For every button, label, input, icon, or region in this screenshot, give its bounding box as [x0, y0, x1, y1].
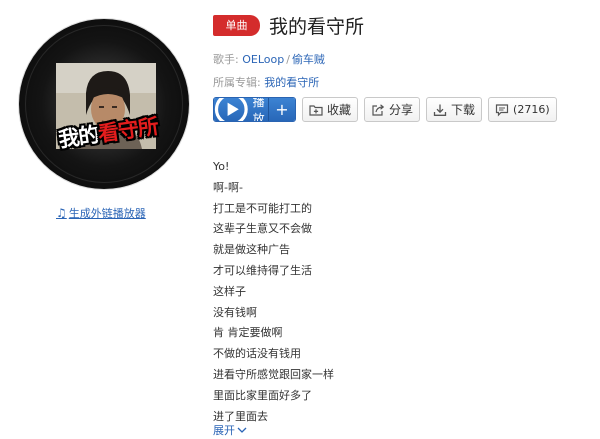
comment-icon: [495, 103, 509, 116]
download-icon: [433, 104, 447, 116]
action-toolbar: 播放 + 收藏 分享 下载 (2716): [213, 97, 557, 122]
folder-plus-icon: [309, 104, 323, 116]
lyric-line: 进了里面去: [213, 409, 268, 423]
play-icon: [214, 98, 248, 121]
lyric-line: 啊-啊-: [213, 180, 243, 194]
album-row: 所属专辑: 我的看守所: [213, 74, 319, 90]
artist-row: 歌手: OELoop / 偷车贼: [213, 51, 325, 67]
lyrics-block: Yo! 啊-啊- 打工是不可能打工的 这辈子生意又不会做 就是做这种广告 才可以…: [213, 157, 573, 427]
play-label: 播放: [252, 97, 265, 122]
lyric-line: 这辈子生意又不会做: [213, 222, 312, 236]
lyric-line: 就是做这种广告: [213, 243, 290, 257]
comment-count: (2716): [513, 103, 550, 116]
collect-label: 收藏: [327, 103, 352, 117]
artist-separator: /: [286, 53, 290, 66]
generate-player-link[interactable]: ♫ 生成外链播放器: [56, 205, 146, 221]
lyric-line: 打工是不可能打工的: [213, 201, 312, 215]
add-to-playlist-button[interactable]: +: [268, 98, 295, 121]
lyric-line: 肯 肯定要做啊: [213, 326, 283, 340]
download-button[interactable]: 下载: [426, 97, 483, 122]
collect-button[interactable]: 收藏: [302, 97, 359, 122]
album-label: 所属专辑:: [213, 76, 261, 89]
share-label: 分享: [389, 103, 414, 117]
download-label: 下载: [451, 103, 476, 117]
artist-link-thief[interactable]: 偷车贼: [292, 53, 325, 66]
lyric-line: 里面比家里面好多了: [213, 388, 312, 402]
player-link-label: 生成外链播放器: [68, 207, 146, 220]
expand-lyrics-link[interactable]: 展开: [213, 422, 247, 438]
expand-label: 展开: [213, 424, 235, 437]
chevron-down-icon: [237, 427, 247, 433]
share-icon: [372, 103, 385, 116]
play-button-group: 播放 +: [213, 97, 296, 122]
lyric-line: 进看守所感觉跟回家一样: [213, 367, 334, 381]
lyric-line: 不做的话没有钱用: [213, 347, 301, 361]
play-button[interactable]: 播放: [214, 98, 268, 121]
album-cover: 我的看守所: [19, 19, 189, 189]
album-link[interactable]: 我的看守所: [264, 76, 319, 89]
lyric-line: 没有钱啊: [213, 305, 257, 319]
comment-button[interactable]: (2716): [488, 97, 557, 122]
artist-link-oeloop[interactable]: OELoop: [242, 53, 284, 66]
lyric-line: Yo!: [213, 160, 230, 173]
lyric-line: 才可以维持得了生活: [213, 263, 312, 277]
music-note-icon: ♫: [56, 206, 67, 220]
share-button[interactable]: 分享: [364, 97, 421, 122]
single-badge: 单曲: [213, 15, 260, 36]
lyric-line: 这样子: [213, 284, 246, 298]
cover-text-white: 我的: [56, 122, 100, 152]
artist-label: 歌手:: [213, 53, 239, 66]
song-title: 我的看守所: [269, 16, 365, 38]
